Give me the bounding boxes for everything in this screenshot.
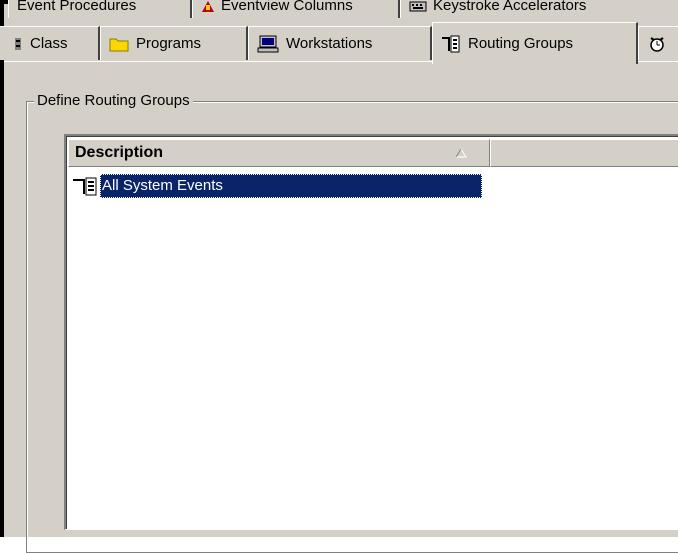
- list-item-label: All System Events: [100, 174, 482, 198]
- column-header-empty[interactable]: [490, 139, 678, 167]
- class-icon: [13, 36, 23, 52]
- column-header-description[interactable]: Description: [68, 139, 490, 167]
- properties-window: Event Procedures Eventview Columns Keyst…: [0, 0, 678, 553]
- tab-class[interactable]: Class: [0, 26, 100, 60]
- window-left-edge: [0, 0, 4, 537]
- list-header: Description: [68, 139, 678, 167]
- tab-row-front: Class Programs Workstations Routing Grou…: [0, 22, 678, 64]
- tab-label: Keystroke Accelerators: [433, 0, 587, 14]
- tab-label: Workstations: [286, 35, 373, 52]
- workstation-icon: [257, 35, 279, 53]
- tab-label: Programs: [136, 35, 202, 52]
- routing-groups-icon: [441, 35, 461, 53]
- tab-event-procedures[interactable]: Event Procedures: [8, 0, 192, 18]
- tab-eventview-columns[interactable]: Eventview Columns: [192, 0, 400, 18]
- tab-row-back: Event Procedures Eventview Columns Keyst…: [4, 0, 678, 22]
- alarm-clock-icon: [647, 35, 667, 53]
- tab-label: Routing Groups: [468, 35, 574, 52]
- routing-groups-list[interactable]: Description All System Events: [64, 134, 678, 530]
- tab-workstations[interactable]: Workstations: [248, 26, 432, 60]
- tab-alarm[interactable]: [638, 26, 678, 60]
- folder-icon: [109, 36, 129, 52]
- column-header-label: Description: [75, 144, 164, 161]
- sort-ascending-icon: [455, 148, 467, 158]
- tab-keystroke-accelerators[interactable]: Keystroke Accelerators: [400, 0, 678, 18]
- tab-label: Eventview Columns: [221, 0, 353, 14]
- list-item[interactable]: All System Events: [72, 174, 488, 198]
- tab-routing-groups[interactable]: Routing Groups: [432, 22, 638, 64]
- tab-label: Event Procedures: [17, 0, 137, 14]
- routing-groups-icon: [72, 176, 100, 196]
- tab-label: Class: [30, 35, 68, 52]
- groupbox-label: Define Routing Groups: [34, 92, 193, 109]
- keyboard-icon: [409, 0, 427, 13]
- columns-icon: [201, 0, 215, 13]
- tab-programs[interactable]: Programs: [100, 26, 248, 60]
